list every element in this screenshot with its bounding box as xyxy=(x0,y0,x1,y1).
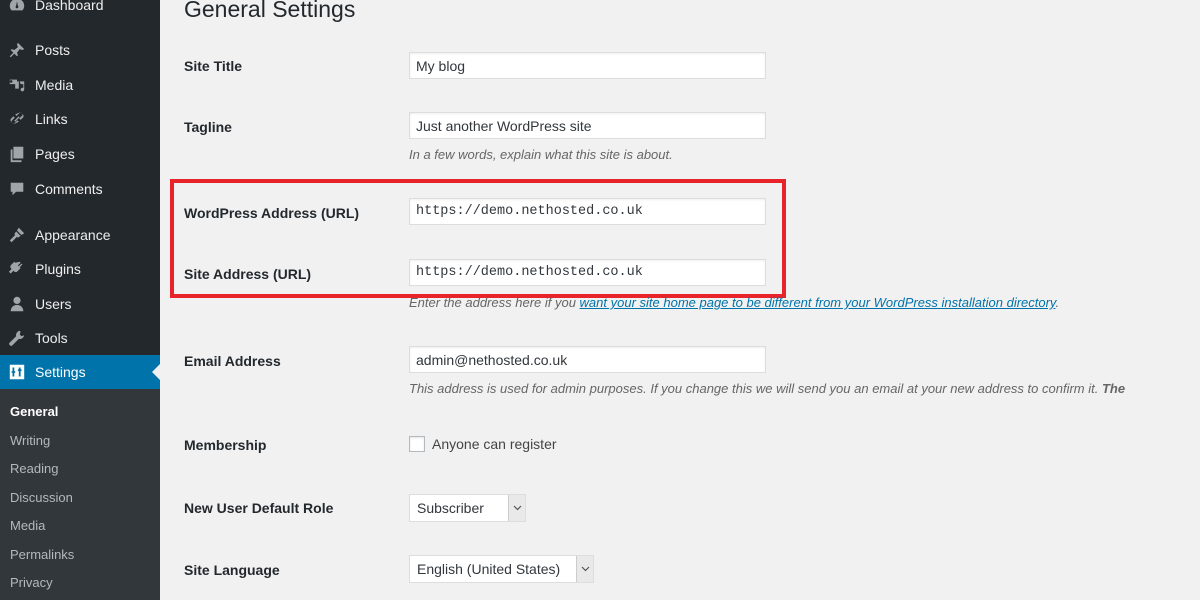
user-icon xyxy=(7,294,27,314)
sidebar-item-pages[interactable]: Pages xyxy=(0,137,160,171)
sidebar-item-label: Appearance xyxy=(35,227,111,243)
wordpress-address-input[interactable] xyxy=(409,198,766,225)
sidebar-item-users[interactable]: Users xyxy=(0,287,160,321)
sidebar-item-links[interactable]: Links xyxy=(0,102,160,136)
sidebar-item-label: Plugins xyxy=(35,261,81,277)
settings-sliders-icon xyxy=(7,362,27,382)
submenu-item-reading[interactable]: Reading xyxy=(10,461,58,476)
default-role-select[interactable]: Subscriber xyxy=(409,494,526,522)
comment-icon xyxy=(7,179,27,199)
pushpin-icon xyxy=(7,40,27,60)
sidebar-item-label: Settings xyxy=(35,364,86,380)
plugin-icon xyxy=(7,259,27,279)
page-title: General Settings xyxy=(184,0,356,22)
site-address-help-link[interactable]: want your site home page to be different… xyxy=(580,295,1056,310)
email-description-tail: The xyxy=(1101,381,1126,396)
sidebar-item-label: Tools xyxy=(35,330,68,346)
tagline-input[interactable] xyxy=(409,112,766,139)
site-address-description-prefix: Enter the address here if you xyxy=(409,295,580,310)
sidebar-item-label: Posts xyxy=(35,42,71,58)
pages-icon xyxy=(7,144,27,164)
email-description-text: This address is used for admin purposes.… xyxy=(409,381,1102,396)
email-address-input[interactable] xyxy=(409,346,766,373)
anyone-can-register-checkbox[interactable] xyxy=(409,436,425,452)
chevron-down-icon xyxy=(508,495,525,521)
tagline-label: Tagline xyxy=(184,119,232,135)
sidebar-item-label: Pages xyxy=(35,146,75,162)
site-title-input[interactable] xyxy=(409,52,766,79)
tagline-description: In a few words, explain what this site i… xyxy=(409,147,673,162)
paintbrush-icon xyxy=(7,225,27,245)
sidebar-item-comments[interactable]: Comments xyxy=(0,172,160,206)
site-address-description-suffix: . xyxy=(1055,295,1060,310)
default-role-label: New User Default Role xyxy=(184,500,334,516)
site-language-selected: English (United States) xyxy=(417,561,561,577)
site-address-input[interactable] xyxy=(409,259,766,286)
default-role-selected: Subscriber xyxy=(417,500,484,516)
anyone-can-register-label[interactable]: Anyone can register xyxy=(432,436,557,452)
sidebar-item-dashboard[interactable]: Dashboard xyxy=(0,0,160,22)
sidebar-item-plugins[interactable]: Plugins xyxy=(0,252,160,286)
wordpress-address-label: WordPress Address (URL) xyxy=(184,205,360,221)
submenu-item-general[interactable]: General xyxy=(10,404,58,419)
sidebar-item-label: Users xyxy=(35,296,72,312)
submenu-item-privacy[interactable]: Privacy xyxy=(10,575,53,590)
submenu-item-writing[interactable]: Writing xyxy=(10,433,50,448)
sidebar-item-settings[interactable]: Settings xyxy=(0,355,160,389)
submenu-item-media[interactable]: Media xyxy=(10,518,45,533)
email-description: This address is used for admin purposes.… xyxy=(409,381,1125,396)
site-language-label: Site Language xyxy=(184,562,280,578)
sidebar-item-media[interactable]: Media xyxy=(0,68,160,102)
admin-sidebar: Dashboard Posts Media Links Pages Commen… xyxy=(0,0,160,600)
chevron-down-icon xyxy=(576,556,593,582)
sidebar-item-label: Media xyxy=(35,77,74,93)
settings-submenu: General Writing Reading Discussion Media… xyxy=(0,389,160,600)
sidebar-item-posts[interactable]: Posts xyxy=(0,33,160,67)
membership-label: Membership xyxy=(184,437,267,453)
site-title-label: Site Title xyxy=(184,58,243,74)
sidebar-item-tools[interactable]: Tools xyxy=(0,321,160,355)
sidebar-item-label: Dashboard xyxy=(35,0,104,13)
sidebar-item-label: Comments xyxy=(35,181,103,197)
submenu-item-discussion[interactable]: Discussion xyxy=(10,490,73,505)
site-address-description: Enter the address here if you want your … xyxy=(409,295,1059,310)
sidebar-item-appearance[interactable]: Appearance xyxy=(0,218,160,252)
sidebar-item-label: Links xyxy=(35,111,68,127)
email-address-label: Email Address xyxy=(184,353,281,369)
submenu-item-permalinks[interactable]: Permalinks xyxy=(10,547,74,562)
dashboard-icon xyxy=(7,0,27,15)
link-icon xyxy=(7,109,27,129)
settings-main: General Settings Site Title Tagline In a… xyxy=(160,0,1200,600)
site-language-select[interactable]: English (United States) xyxy=(409,555,594,583)
media-icon xyxy=(7,75,27,95)
wrench-icon xyxy=(7,328,27,348)
site-address-label: Site Address (URL) xyxy=(184,266,312,282)
